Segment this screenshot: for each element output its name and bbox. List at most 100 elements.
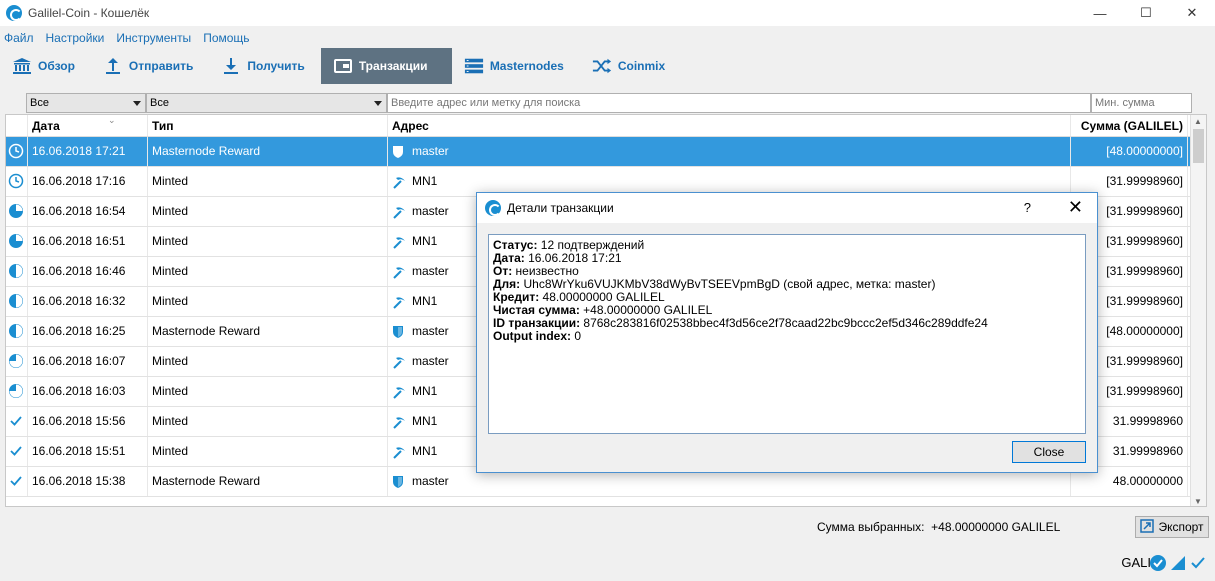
tab-coinmix[interactable]: Coinmix [580,48,681,84]
close-button[interactable]: Close [1012,441,1086,463]
shield-icon [392,325,406,339]
maximize-button[interactable]: ☐ [1123,0,1169,26]
bank-icon [12,56,32,76]
export-button[interactable]: Экспорт [1135,516,1209,538]
menu-settings[interactable]: Настройки [42,28,113,48]
header-date[interactable]: Дата ⌄ [28,115,148,136]
status-icons [1149,554,1207,575]
type-cell: Minted [148,287,388,316]
status-cell [6,167,28,196]
type-cell: Minted [148,377,388,406]
detail-label: Кредит: [493,290,540,304]
header-date-label: Дата [32,119,60,133]
confirmed-check-icon [8,474,24,488]
close-window-button[interactable]: ✕ [1169,0,1215,26]
detail-line: ID транзакции: 8768c283816f02538bbec4f3d… [493,317,1081,330]
address-label: MN1 [412,414,438,428]
table-header: Дата ⌄ Тип Адрес Сумма (GALILEL) [6,115,1206,137]
date-filter-select[interactable]: Все [26,93,146,113]
status-cell [6,287,28,316]
transaction-details-text[interactable]: Статус: 12 подтверждений Дата: 16.06.2018… [488,234,1086,434]
address-label: master [412,144,449,158]
pending-clock-icon [8,173,24,189]
status-cell [6,377,28,406]
dialog-title-bar: Детали транзакции ? ✕ [477,193,1097,223]
address-label: MN1 [412,174,438,188]
filter-bar: Все Все Введите адрес или метку для поис… [26,93,1192,113]
shuffle-icon [592,56,612,76]
chevron-down-icon [133,101,141,106]
tab-transactions-label: Транзакции [358,59,428,73]
header-address[interactable]: Адрес [388,115,1071,136]
date-cell: 16.06.2018 17:16 [28,167,148,196]
help-button[interactable]: ? [1024,200,1031,215]
address-cell: master [388,137,1071,166]
address-label: master [412,354,449,368]
dialog-close-icon[interactable]: ✕ [1068,197,1083,218]
date-cell: 16.06.2018 16:54 [28,197,148,226]
detail-label: Статус: [493,238,538,252]
servers-icon [464,56,484,76]
type-cell: Masternode Reward [148,467,388,496]
export-icon [1140,518,1155,536]
detail-value: 12 подтверждений [537,238,645,252]
detail-label: От: [493,264,513,278]
detail-label: ID транзакции: [493,316,581,330]
selected-sum-label: Сумма выбранных: [817,520,925,534]
minimize-button[interactable]: — [1077,0,1123,26]
header-status[interactable] [6,115,28,136]
confirmation-progress-icon [8,293,24,308]
upload-icon [103,56,123,76]
tab-masternodes[interactable]: Masternodes [452,48,580,84]
wallet-icon [333,56,353,76]
tab-transactions[interactable]: Транзакции [320,48,452,84]
table-row[interactable]: 16.06.2018 17:21 Masternode Reward maste… [6,137,1206,167]
synced-check-icon [1149,554,1167,575]
dialog-title: Детали транзакции [507,201,614,215]
shield-icon [392,145,406,159]
detail-value: Uhc8WrYku6VUJKMbV38dWyBvTSEEVpmBgD (свой… [520,277,936,291]
scroll-up-icon[interactable]: ▲ [1194,117,1202,126]
pickaxe-icon [392,355,406,369]
type-cell: Minted [148,227,388,256]
type-cell: Minted [148,197,388,226]
type-filter-value: Все [150,97,169,109]
vertical-scrollbar[interactable]: ▲ ▼ [1190,115,1206,506]
date-cell: 16.06.2018 16:32 [28,287,148,316]
type-cell: Minted [148,167,388,196]
window-title: Galilel-Coin - Кошелёк [28,6,150,20]
scroll-thumb[interactable] [1193,129,1204,163]
transaction-details-dialog: Детали транзакции ? ✕ Статус: 12 подтвер… [476,192,1098,473]
date-filter-value: Все [30,97,49,109]
main-toolbar: Обзор Отправить Получить Транзакции Mast… [0,48,1215,84]
sort-desc-icon: ⌄ [108,115,116,125]
confirmation-progress-icon [8,263,24,278]
min-amount-input[interactable]: Мин. сумма [1091,93,1192,113]
selected-sum: Сумма выбранных: +48.00000000 GALILEL [817,520,1060,534]
tab-receive[interactable]: Получить [209,48,320,84]
footer-bar: Сумма выбранных: +48.00000000 GALILEL Эк… [0,512,1215,540]
unit-selector[interactable]: GALI [1121,555,1151,570]
pickaxe-icon [392,235,406,249]
menu-file[interactable]: Файл [0,28,42,48]
status-cell [6,197,28,226]
tab-send[interactable]: Отправить [91,48,209,84]
type-cell: Masternode Reward [148,137,388,166]
tab-masternodes-label: Masternodes [489,59,564,73]
menu-help[interactable]: Помощь [199,28,257,48]
export-label: Экспорт [1158,520,1204,534]
scroll-down-icon[interactable]: ▼ [1194,497,1202,506]
confirmation-progress-icon [8,353,24,368]
menu-tools[interactable]: Инструменты [112,28,199,48]
address-search-input[interactable]: Введите адрес или метку для поиска [387,93,1091,113]
selected-sum-value: +48.00000000 GALILEL [931,520,1061,534]
header-type[interactable]: Тип [148,115,388,136]
detail-label: Для: [493,277,521,291]
type-filter-select[interactable]: Все [146,93,387,113]
header-amount[interactable]: Сумма (GALILEL) [1071,115,1188,136]
detail-label: Дата: [493,251,525,265]
tab-overview[interactable]: Обзор [0,48,91,84]
address-label: master [412,264,449,278]
status-cell [6,407,28,436]
status-cell [6,227,28,256]
